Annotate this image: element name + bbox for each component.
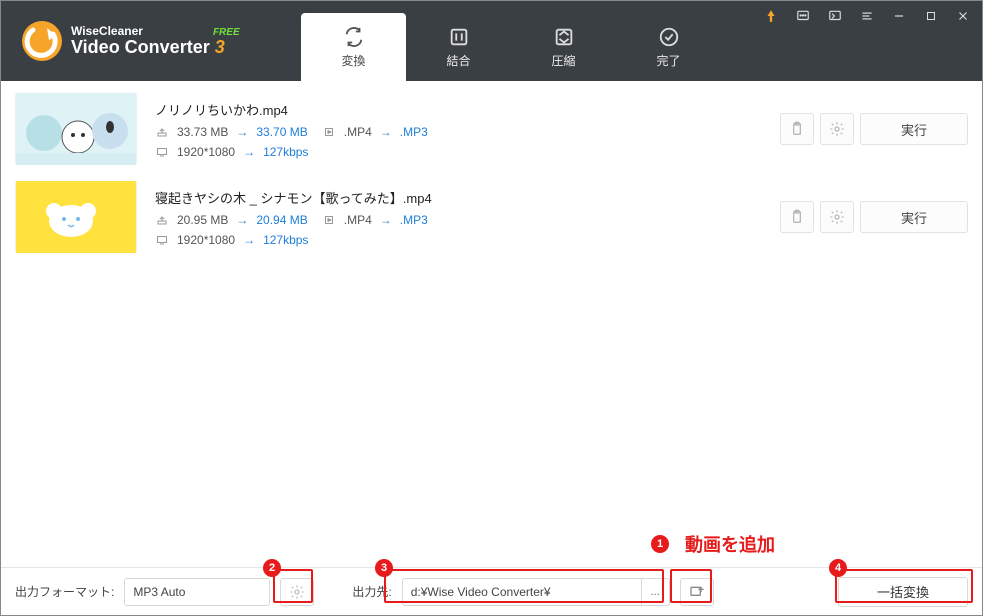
copy-settings-button[interactable] bbox=[780, 201, 814, 233]
app-logo: WiseCleaner FREE Video Converter 3 bbox=[1, 1, 301, 81]
size-out: 33.70 MB bbox=[256, 125, 307, 139]
run-button[interactable]: 実行 bbox=[860, 201, 968, 233]
callout-text-add-video: 動画を追加 bbox=[685, 531, 775, 557]
title-bar: WiseCleaner FREE Video Converter 3 変換 結合… bbox=[1, 1, 982, 81]
file-name: 寝起きヤシの木 _ シナモン【歌ってみた】.mp4 bbox=[155, 188, 780, 207]
main-tabs: 変換 結合 圧縮 完了 bbox=[301, 13, 721, 81]
output-folder-label: 出力先: bbox=[352, 583, 391, 600]
output-folder-field: ... bbox=[402, 578, 670, 606]
tab-convert[interactable]: 変換 bbox=[301, 13, 406, 81]
size-in: 33.73 MB bbox=[177, 125, 228, 139]
bitrate: 127kbps bbox=[263, 145, 308, 159]
tab-compress[interactable]: 圧縮 bbox=[511, 13, 616, 81]
feedback-icon[interactable] bbox=[794, 7, 812, 25]
add-video-button[interactable] bbox=[680, 578, 714, 606]
size-icon bbox=[155, 213, 169, 227]
arrow-icon: → bbox=[236, 125, 248, 139]
format-out: .MP3 bbox=[400, 125, 428, 139]
file-name: ノリノリちいかわ.mp4 bbox=[155, 100, 780, 119]
logo-icon bbox=[19, 18, 65, 64]
output-format-field[interactable]: MP3 Auto bbox=[124, 578, 270, 606]
thumbnail[interactable] bbox=[15, 181, 137, 253]
tab-merge[interactable]: 結合 bbox=[406, 13, 511, 81]
size-icon bbox=[155, 125, 169, 139]
size-in: 20.95 MB bbox=[177, 213, 228, 227]
file-row: ノリノリちいかわ.mp4 33.73 MB → 33.70 MB .MP4 → … bbox=[1, 85, 982, 173]
format-in: .MP4 bbox=[344, 213, 372, 227]
tab-done[interactable]: 完了 bbox=[616, 13, 721, 81]
output-format-label: 出力フォーマット: bbox=[15, 583, 114, 600]
format-settings-button[interactable] bbox=[280, 578, 314, 606]
run-button[interactable]: 実行 bbox=[860, 113, 968, 145]
resolution: 1920*1080 bbox=[177, 233, 235, 247]
copy-settings-button[interactable] bbox=[780, 113, 814, 145]
merge-icon bbox=[448, 26, 470, 48]
thumbnail[interactable] bbox=[15, 93, 137, 165]
size-out: 20.94 MB bbox=[256, 213, 307, 227]
format-icon bbox=[322, 213, 336, 227]
close-button[interactable] bbox=[954, 7, 972, 25]
row-settings-button[interactable] bbox=[820, 113, 854, 145]
compress-icon bbox=[553, 26, 575, 48]
resolution-icon bbox=[155, 233, 169, 247]
window-controls bbox=[762, 1, 982, 81]
convert-icon bbox=[343, 26, 365, 48]
format-in: .MP4 bbox=[344, 125, 372, 139]
bitrate: 127kbps bbox=[263, 233, 308, 247]
file-list: ノリノリちいかわ.mp4 33.73 MB → 33.70 MB .MP4 → … bbox=[1, 81, 982, 261]
format-icon bbox=[322, 125, 336, 139]
minimize-button[interactable] bbox=[890, 7, 908, 25]
output-folder-input[interactable] bbox=[403, 585, 641, 599]
resolution: 1920*1080 bbox=[177, 145, 235, 159]
file-row: 寝起きヤシの木 _ シナモン【歌ってみた】.mp4 20.95 MB → 20.… bbox=[1, 173, 982, 261]
resolution-icon bbox=[155, 145, 169, 159]
callout-number-1: 1 bbox=[651, 535, 669, 553]
footer-bar: 出力フォーマット: MP3 Auto 出力先: ... 一括変換 bbox=[1, 567, 982, 615]
upgrade-icon[interactable] bbox=[762, 7, 780, 25]
row-settings-button[interactable] bbox=[820, 201, 854, 233]
settings-icon[interactable] bbox=[826, 7, 844, 25]
done-icon bbox=[658, 26, 680, 48]
app-title: Video Converter 3 bbox=[71, 38, 240, 58]
menu-icon[interactable] bbox=[858, 7, 876, 25]
maximize-button[interactable] bbox=[922, 7, 940, 25]
batch-convert-button[interactable]: 一括変換 bbox=[838, 577, 968, 607]
format-out: .MP3 bbox=[400, 213, 428, 227]
browse-button[interactable]: ... bbox=[641, 579, 669, 605]
